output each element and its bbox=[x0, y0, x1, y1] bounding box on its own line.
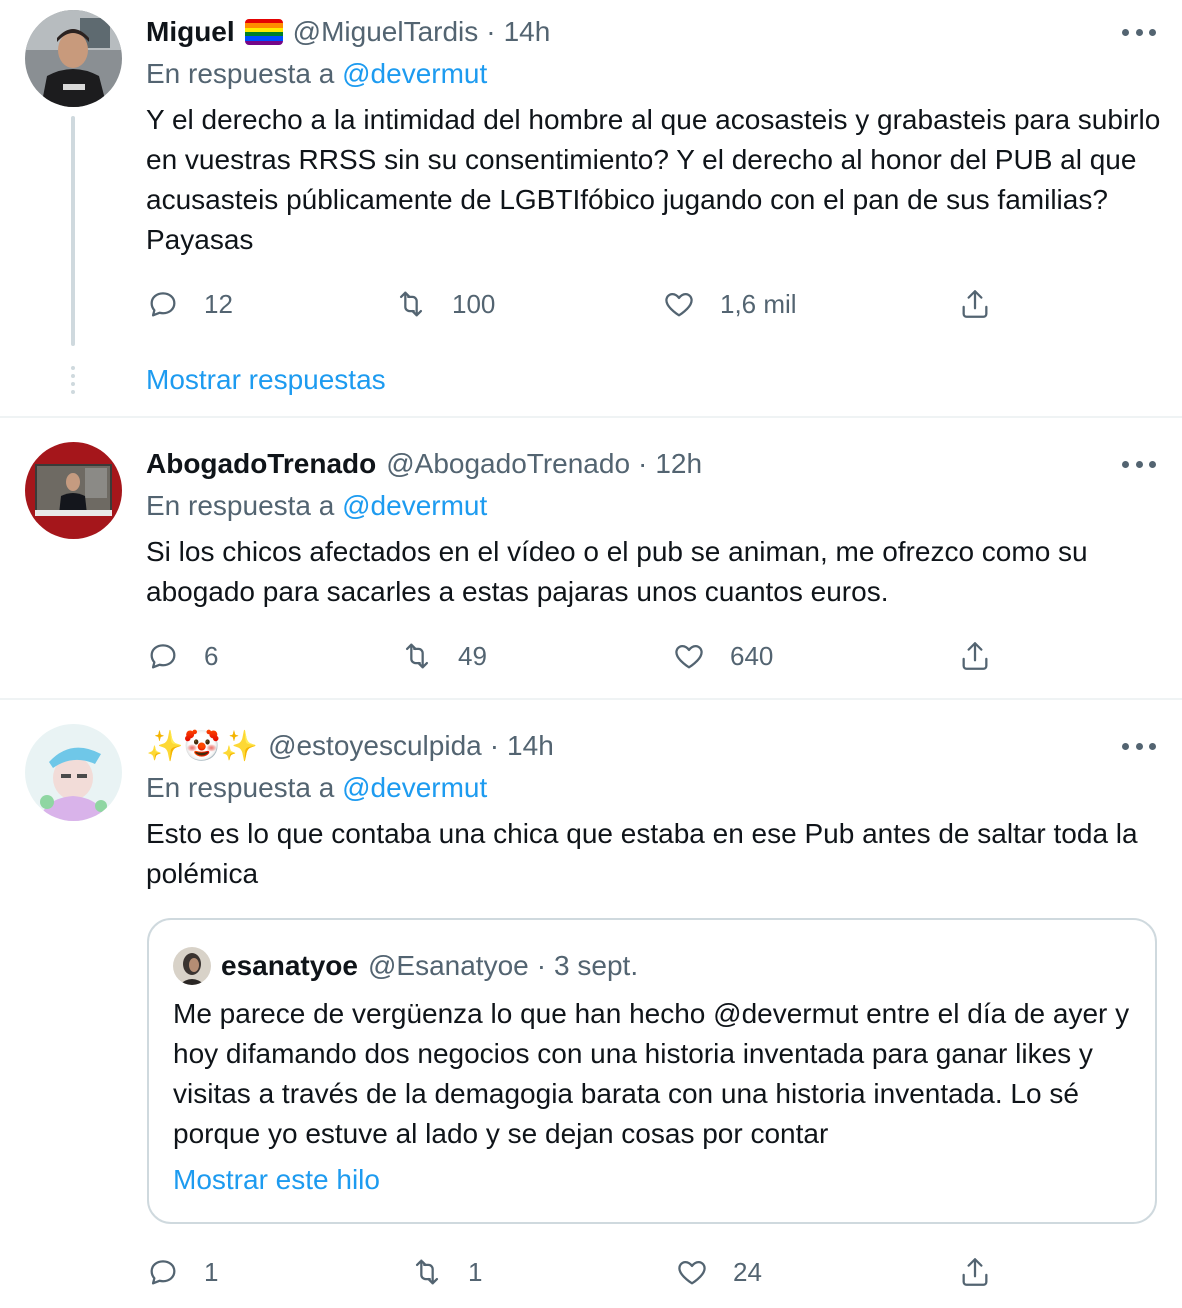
reply-button[interactable]: 12 bbox=[146, 284, 233, 324]
like-count: 24 bbox=[733, 1256, 762, 1287]
tweet-actions: 12 100 1,6 mil bbox=[0, 284, 1182, 324]
reply-button[interactable]: 6 bbox=[146, 636, 218, 676]
author-name[interactable]: ✨🤡✨ bbox=[146, 729, 258, 764]
tweet-header: ✨🤡✨ @estoyesculpida · 14h bbox=[146, 726, 554, 766]
like-button[interactable]: 24 bbox=[675, 1252, 762, 1292]
quoted-author-handle[interactable]: @Esanatyoe bbox=[368, 950, 529, 982]
tweet-estoyesculpida[interactable]: ✨🤡✨ @estoyesculpida · 14h En respuesta a… bbox=[0, 700, 1182, 1308]
heart-icon bbox=[678, 1260, 706, 1285]
share-icon bbox=[962, 642, 988, 670]
separator-dot: · bbox=[638, 448, 648, 479]
heart-icon bbox=[665, 292, 693, 317]
quoted-tweet-time[interactable]: 3 sept. bbox=[554, 950, 638, 982]
quoted-avatar[interactable] bbox=[173, 947, 211, 985]
retweet-button[interactable]: 49 bbox=[400, 636, 487, 676]
show-replies-link[interactable]: Mostrar respuestas bbox=[146, 364, 386, 396]
tweet-text: Y el derecho a la intimidad del hombre a… bbox=[146, 104, 1161, 255]
reply-button[interactable]: 1 bbox=[146, 1252, 218, 1292]
avatar-estoyesculpida[interactable] bbox=[25, 724, 122, 821]
share-icon bbox=[962, 1258, 988, 1286]
tweet-time[interactable]: 14h bbox=[507, 730, 554, 762]
tweet-actions: 6 49 640 bbox=[0, 636, 1182, 676]
author-name[interactable]: AbogadoTrenado bbox=[146, 448, 376, 480]
tweet-text: Si los chicos afectados en el vídeo o el… bbox=[146, 536, 1088, 607]
like-button[interactable]: 1,6 mil bbox=[662, 284, 797, 324]
quoted-tweet-text: Me parece de vergüenza lo que han hecho … bbox=[173, 998, 1130, 1149]
reply-mention-link[interactable]: @devermut bbox=[342, 58, 487, 89]
separator-dot: · bbox=[489, 730, 500, 761]
share-icon bbox=[962, 290, 988, 318]
retweet-icon bbox=[405, 643, 429, 669]
reply-context: En respuesta a @devermut bbox=[146, 58, 487, 90]
tweet-miguel[interactable]: Miguel @MiguelTardis · 14h En respuesta … bbox=[0, 0, 1182, 416]
heart-icon bbox=[675, 644, 703, 669]
quoted-tweet-header: esanatyoe @Esanatyoe · 3 sept. bbox=[173, 946, 638, 986]
avatar-miguel[interactable] bbox=[25, 10, 122, 107]
quoted-author-name[interactable]: esanatyoe bbox=[221, 950, 358, 982]
author-handle[interactable]: @estoyesculpida bbox=[268, 730, 482, 762]
share-button[interactable] bbox=[958, 284, 992, 324]
share-button[interactable] bbox=[958, 636, 992, 676]
reply-mention-link[interactable]: @devermut bbox=[342, 772, 487, 803]
tweet-time[interactable]: 12h bbox=[655, 448, 702, 480]
separator-dot: · bbox=[536, 950, 547, 981]
retweet-count: 100 bbox=[452, 288, 496, 319]
tweet-time[interactable]: 14h bbox=[504, 16, 551, 48]
reply-context: En respuesta a @devermut bbox=[146, 490, 487, 522]
like-count: 640 bbox=[730, 640, 774, 671]
reply-prefix: En respuesta a bbox=[146, 772, 335, 803]
retweet-button[interactable]: 1 bbox=[410, 1252, 482, 1292]
tweet-header: AbogadoTrenado @AbogadoTrenado · 12h bbox=[146, 444, 702, 484]
more-options-icon[interactable] bbox=[1122, 22, 1156, 42]
reply-prefix: En respuesta a bbox=[146, 58, 335, 89]
rainbow-flag-icon bbox=[244, 19, 283, 45]
reply-prefix: En respuesta a bbox=[146, 490, 335, 521]
retweet-count: 49 bbox=[458, 640, 487, 671]
author-handle[interactable]: @MiguelTardis bbox=[293, 16, 479, 48]
show-thread-link[interactable]: Mostrar este hilo bbox=[173, 1164, 380, 1196]
like-count: 1,6 mil bbox=[720, 288, 797, 319]
reply-icon bbox=[150, 1260, 176, 1285]
tweet-text: Esto es lo que contaba una chica que est… bbox=[146, 818, 1138, 889]
reply-icon bbox=[150, 644, 176, 669]
retweet-icon bbox=[415, 1259, 439, 1285]
like-button[interactable]: 640 bbox=[672, 636, 773, 676]
reply-count: 12 bbox=[204, 288, 233, 319]
more-options-icon[interactable] bbox=[1122, 736, 1156, 756]
author-name[interactable]: Miguel bbox=[146, 16, 235, 48]
reply-context: En respuesta a @devermut bbox=[146, 772, 487, 804]
retweet-icon bbox=[399, 291, 423, 317]
reply-icon bbox=[150, 292, 176, 317]
share-button[interactable] bbox=[958, 1252, 992, 1292]
more-options-icon[interactable] bbox=[1122, 454, 1156, 474]
separator-dot: · bbox=[486, 16, 496, 47]
tweet-header: Miguel @MiguelTardis · 14h bbox=[146, 12, 550, 52]
tweet-abogadotrenado[interactable]: AbogadoTrenado @AbogadoTrenado · 12h En … bbox=[0, 418, 1182, 698]
reply-mention-link[interactable]: @devermut bbox=[342, 490, 487, 521]
tweet-actions: 1 1 24 bbox=[0, 1252, 1182, 1292]
retweet-count: 1 bbox=[468, 1256, 483, 1287]
reply-count: 1 bbox=[204, 1256, 219, 1287]
thread-dots bbox=[71, 366, 75, 398]
quoted-tweet[interactable]: esanatyoe @Esanatyoe · 3 sept. Me parece… bbox=[147, 918, 1157, 1224]
retweet-button[interactable]: 100 bbox=[394, 284, 495, 324]
avatar-abogadotrenado[interactable] bbox=[25, 442, 122, 539]
author-handle[interactable]: @AbogadoTrenado bbox=[386, 448, 630, 480]
reply-count: 6 bbox=[204, 640, 219, 671]
